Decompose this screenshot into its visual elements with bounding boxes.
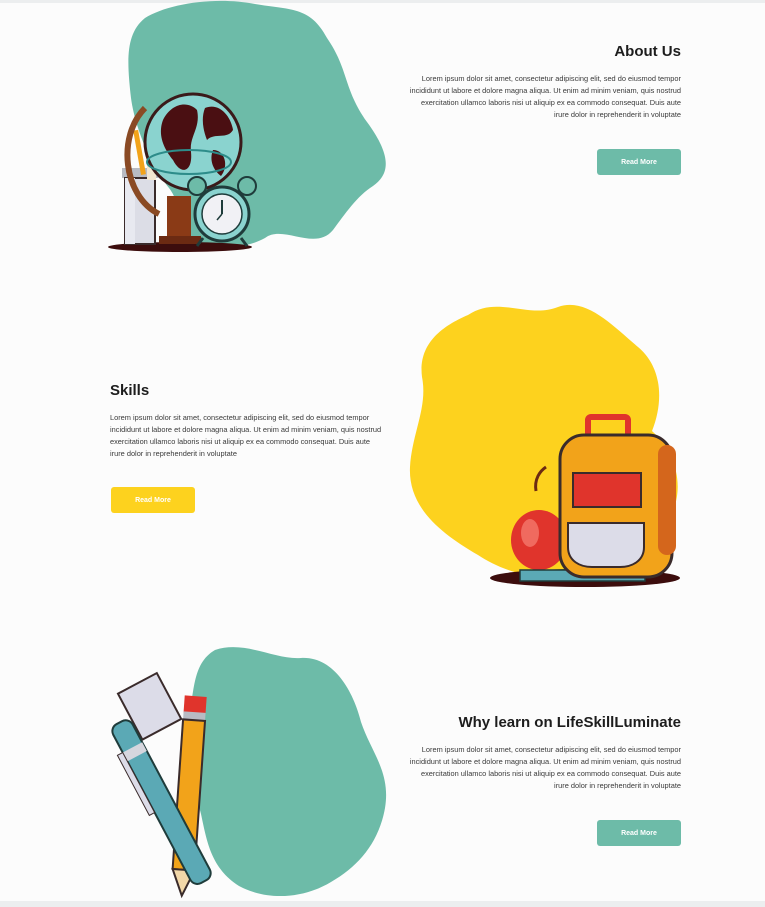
about-read-more-button[interactable]: Read More — [597, 149, 681, 175]
why-read-more-button[interactable]: Read More — [597, 820, 681, 846]
why-text-block: Why learn on LifeSkillLuminate Lorem ips… — [406, 713, 681, 792]
about-section: About Us Lorem ipsum dolor sit amet, con… — [0, 0, 765, 270]
globe-and-clock-icon — [108, 0, 386, 252]
skills-section: Skills Lorem ipsum dolor sit amet, conse… — [0, 290, 765, 610]
why-body: Lorem ipsum dolor sit amet, consectetur … — [409, 745, 681, 790]
about-text-block: About Us Lorem ipsum dolor sit amet, con… — [406, 42, 681, 121]
skills-title: Skills — [110, 382, 150, 399]
pencil-and-pen-icon — [111, 647, 387, 899]
about-body: Lorem ipsum dolor sit amet, consectetur … — [409, 74, 681, 119]
about-title: About Us — [614, 43, 681, 60]
bottom-divider — [0, 901, 765, 907]
skills-read-more-button[interactable]: Read More — [111, 487, 195, 513]
skills-text-block: Skills Lorem ipsum dolor sit amet, conse… — [110, 381, 385, 460]
why-section: Why learn on LifeSkillLuminate Lorem ips… — [0, 630, 765, 900]
backpack-and-apple-icon — [409, 304, 680, 587]
skills-body: Lorem ipsum dolor sit amet, consectetur … — [110, 413, 382, 458]
why-title: Why learn on LifeSkillLuminate — [458, 714, 681, 731]
